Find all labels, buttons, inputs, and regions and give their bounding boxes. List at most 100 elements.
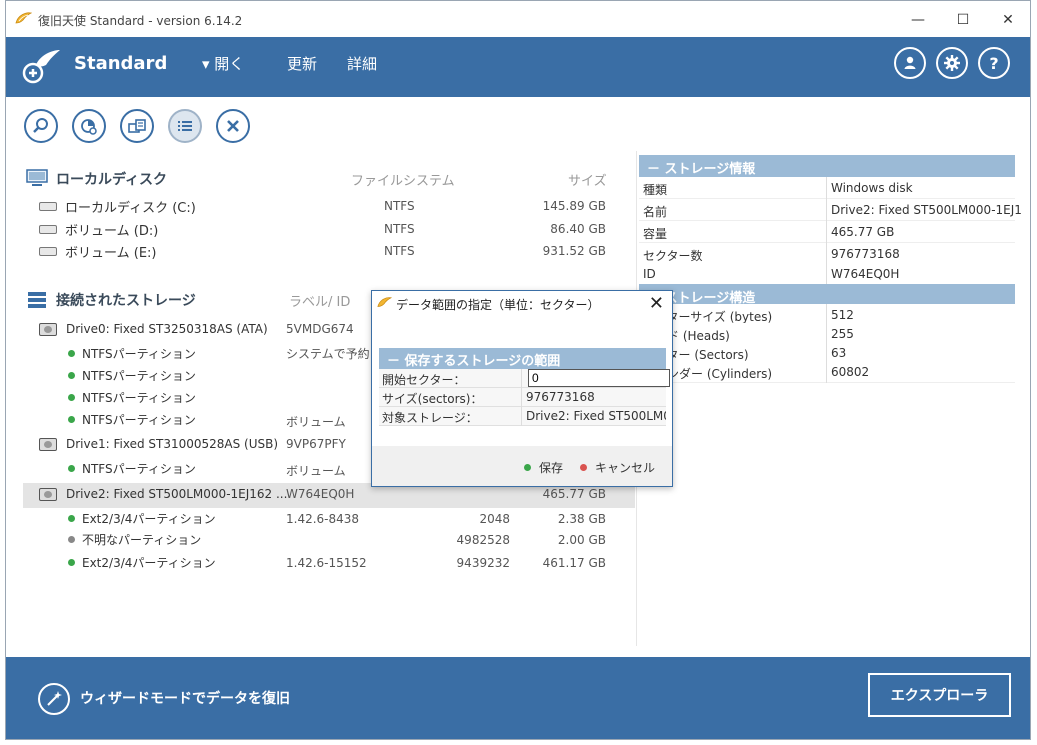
info-value: 63 <box>831 346 847 360</box>
partition-label: 1.42.6-15152 <box>286 556 367 570</box>
drive-id: 5VMDG674 <box>286 322 354 336</box>
partition-name: NTFSパーティション <box>82 462 196 476</box>
stop-button[interactable] <box>216 109 250 143</box>
status-dot-green <box>68 416 75 423</box>
storage-info-header[interactable]: － ストレージ情報 <box>639 155 1015 177</box>
partition-name: NTFSパーティション <box>82 347 196 361</box>
list-icon <box>178 121 192 131</box>
storage-stack-icon <box>28 292 46 308</box>
target-storage-value: Drive2: Fixed ST500LM000-1EJ162 <box>526 409 666 423</box>
col-label-id: ラベル/ ID <box>289 295 351 310</box>
angel-logo-icon <box>22 50 60 84</box>
status-dot-green <box>68 372 75 379</box>
app-footer: ウィザードモードでデータを復旧 エクスプローラ <box>6 657 1030 739</box>
wizard-mode-label[interactable]: ウィザードモードでデータを復旧 <box>80 688 290 708</box>
dialog-section-header: － 保存するストレージの範囲 <box>379 348 666 369</box>
col-size: サイズ <box>568 174 607 189</box>
user-button[interactable] <box>894 47 926 79</box>
hard-drive-icon <box>39 488 57 501</box>
minimize-button[interactable]: — <box>895 7 941 33</box>
cell-divider <box>826 199 827 221</box>
cancel-label: キャンセル <box>595 461 656 475</box>
menu-open[interactable]: ▾ 開く <box>202 53 244 74</box>
status-dot-green <box>68 350 75 357</box>
info-value: 465.77 GB <box>831 225 895 239</box>
local-row-fs: NTFS <box>384 199 415 213</box>
local-row-size: 931.52 GB <box>542 244 606 258</box>
info-key: 容量 <box>643 227 668 241</box>
local-row-name: ボリューム (D:) <box>65 224 159 239</box>
info-row: 種類 Windows disk <box>639 177 1015 199</box>
info-row: 名前 Drive2: Fixed ST500LM000-1EJ1 <box>639 199 1022 221</box>
local-row-name: ボリューム (E:) <box>65 246 157 261</box>
cell-divider <box>521 369 522 388</box>
size-label: サイズ(sectors)： <box>382 392 483 406</box>
drive-name: Drive2: Fixed ST500LM000-1EJ162 ... <box>66 487 288 501</box>
scan-button[interactable] <box>24 109 58 143</box>
target-storage-label: 対象ストレージ： <box>382 411 478 425</box>
status-dot-green <box>524 464 531 471</box>
partition-name: NTFSパーティション <box>82 391 196 405</box>
hard-drive-icon <box>39 323 57 336</box>
disk-export-icon <box>128 119 146 133</box>
storage-structure-header[interactable]: － ストレージ構造 <box>639 284 1015 306</box>
cell-divider <box>826 361 827 383</box>
col-filesystem: ファイルシステム <box>351 174 455 189</box>
status-dot-green <box>68 465 75 472</box>
monitor-icon <box>26 169 48 186</box>
list-view-button[interactable] <box>168 109 202 143</box>
dialog-row-start: 開始セクター： <box>379 369 670 388</box>
drive-name: Drive0: Fixed ST3250318AS (ATA) <box>66 322 268 336</box>
export-button[interactable] <box>120 109 154 143</box>
angel-wing-icon <box>377 297 392 307</box>
brand-label: Standard <box>74 53 168 74</box>
help-button[interactable]: ? <box>978 47 1010 79</box>
wizard-mode-button[interactable] <box>38 683 70 715</box>
info-row: シリンダー (Cylinders) 60802 <box>639 361 1015 383</box>
partition-start: 4982528 <box>456 533 510 547</box>
partition-label: ボリューム <box>286 415 346 429</box>
info-value: 255 <box>831 327 854 341</box>
info-key: 種類 <box>643 183 668 197</box>
pie-chart-icon <box>81 119 97 135</box>
status-dot-gray <box>68 536 75 543</box>
partition-label: 1.42.6-8438 <box>286 512 360 526</box>
explorer-button[interactable]: エクスプローラ <box>868 673 1011 717</box>
size-value: 976773168 <box>526 390 595 404</box>
connected-storage-title: 接続されたストレージ <box>56 293 196 309</box>
cell-divider <box>521 407 522 426</box>
dialog-row-target: 対象ストレージ： Drive2: Fixed ST500LM000-1EJ162 <box>379 407 666 426</box>
local-row-name: ローカルディスク (C:) <box>65 201 196 216</box>
menu-details[interactable]: 詳細 <box>347 53 377 74</box>
settings-button[interactable] <box>936 47 968 79</box>
close-window-button[interactable]: ✕ <box>985 7 1030 33</box>
partition-size: 461.17 GB <box>542 556 606 570</box>
partition-name: 不明なパーティション <box>82 533 202 547</box>
analyze-button[interactable] <box>72 109 106 143</box>
data-range-dialog: データ範囲の指定（単位：セクター） ✕ － 保存するストレージの範囲 開始セクタ… <box>371 290 673 487</box>
partition-name: Ext2/3/4パーティション <box>82 512 216 526</box>
menu-refresh[interactable]: 更新 <box>287 53 317 74</box>
info-key: 名前 <box>643 205 668 219</box>
maximize-button[interactable]: ☐ <box>940 7 986 33</box>
info-value: Windows disk <box>831 181 913 195</box>
cancel-button[interactable]: キャンセル <box>580 459 655 476</box>
cell-divider <box>826 263 827 285</box>
dialog-footer: 保存 キャンセル <box>372 446 672 486</box>
cell-divider <box>826 221 827 243</box>
partition-name: NTFSパーティション <box>82 369 196 383</box>
partition-label: システムで予約 <box>286 347 370 361</box>
partition-name: NTFSパーティション <box>82 413 196 427</box>
partition-size: 2.38 GB <box>557 512 606 526</box>
info-key: ID <box>643 267 656 281</box>
magic-wand-icon <box>47 691 62 706</box>
save-button[interactable]: 保存 <box>524 459 563 476</box>
local-row-size: 86.40 GB <box>550 222 606 236</box>
start-sector-label: 開始セクター： <box>382 373 466 387</box>
start-sector-input[interactable] <box>528 369 670 387</box>
info-row: ID W764EQ0H <box>639 263 1015 285</box>
drive-name: Drive1: Fixed ST31000528AS (USB) <box>66 437 279 451</box>
drive-id: 9VP67PFY <box>286 437 346 451</box>
dialog-close-button[interactable]: ✕ <box>649 293 664 314</box>
user-icon <box>904 56 916 69</box>
